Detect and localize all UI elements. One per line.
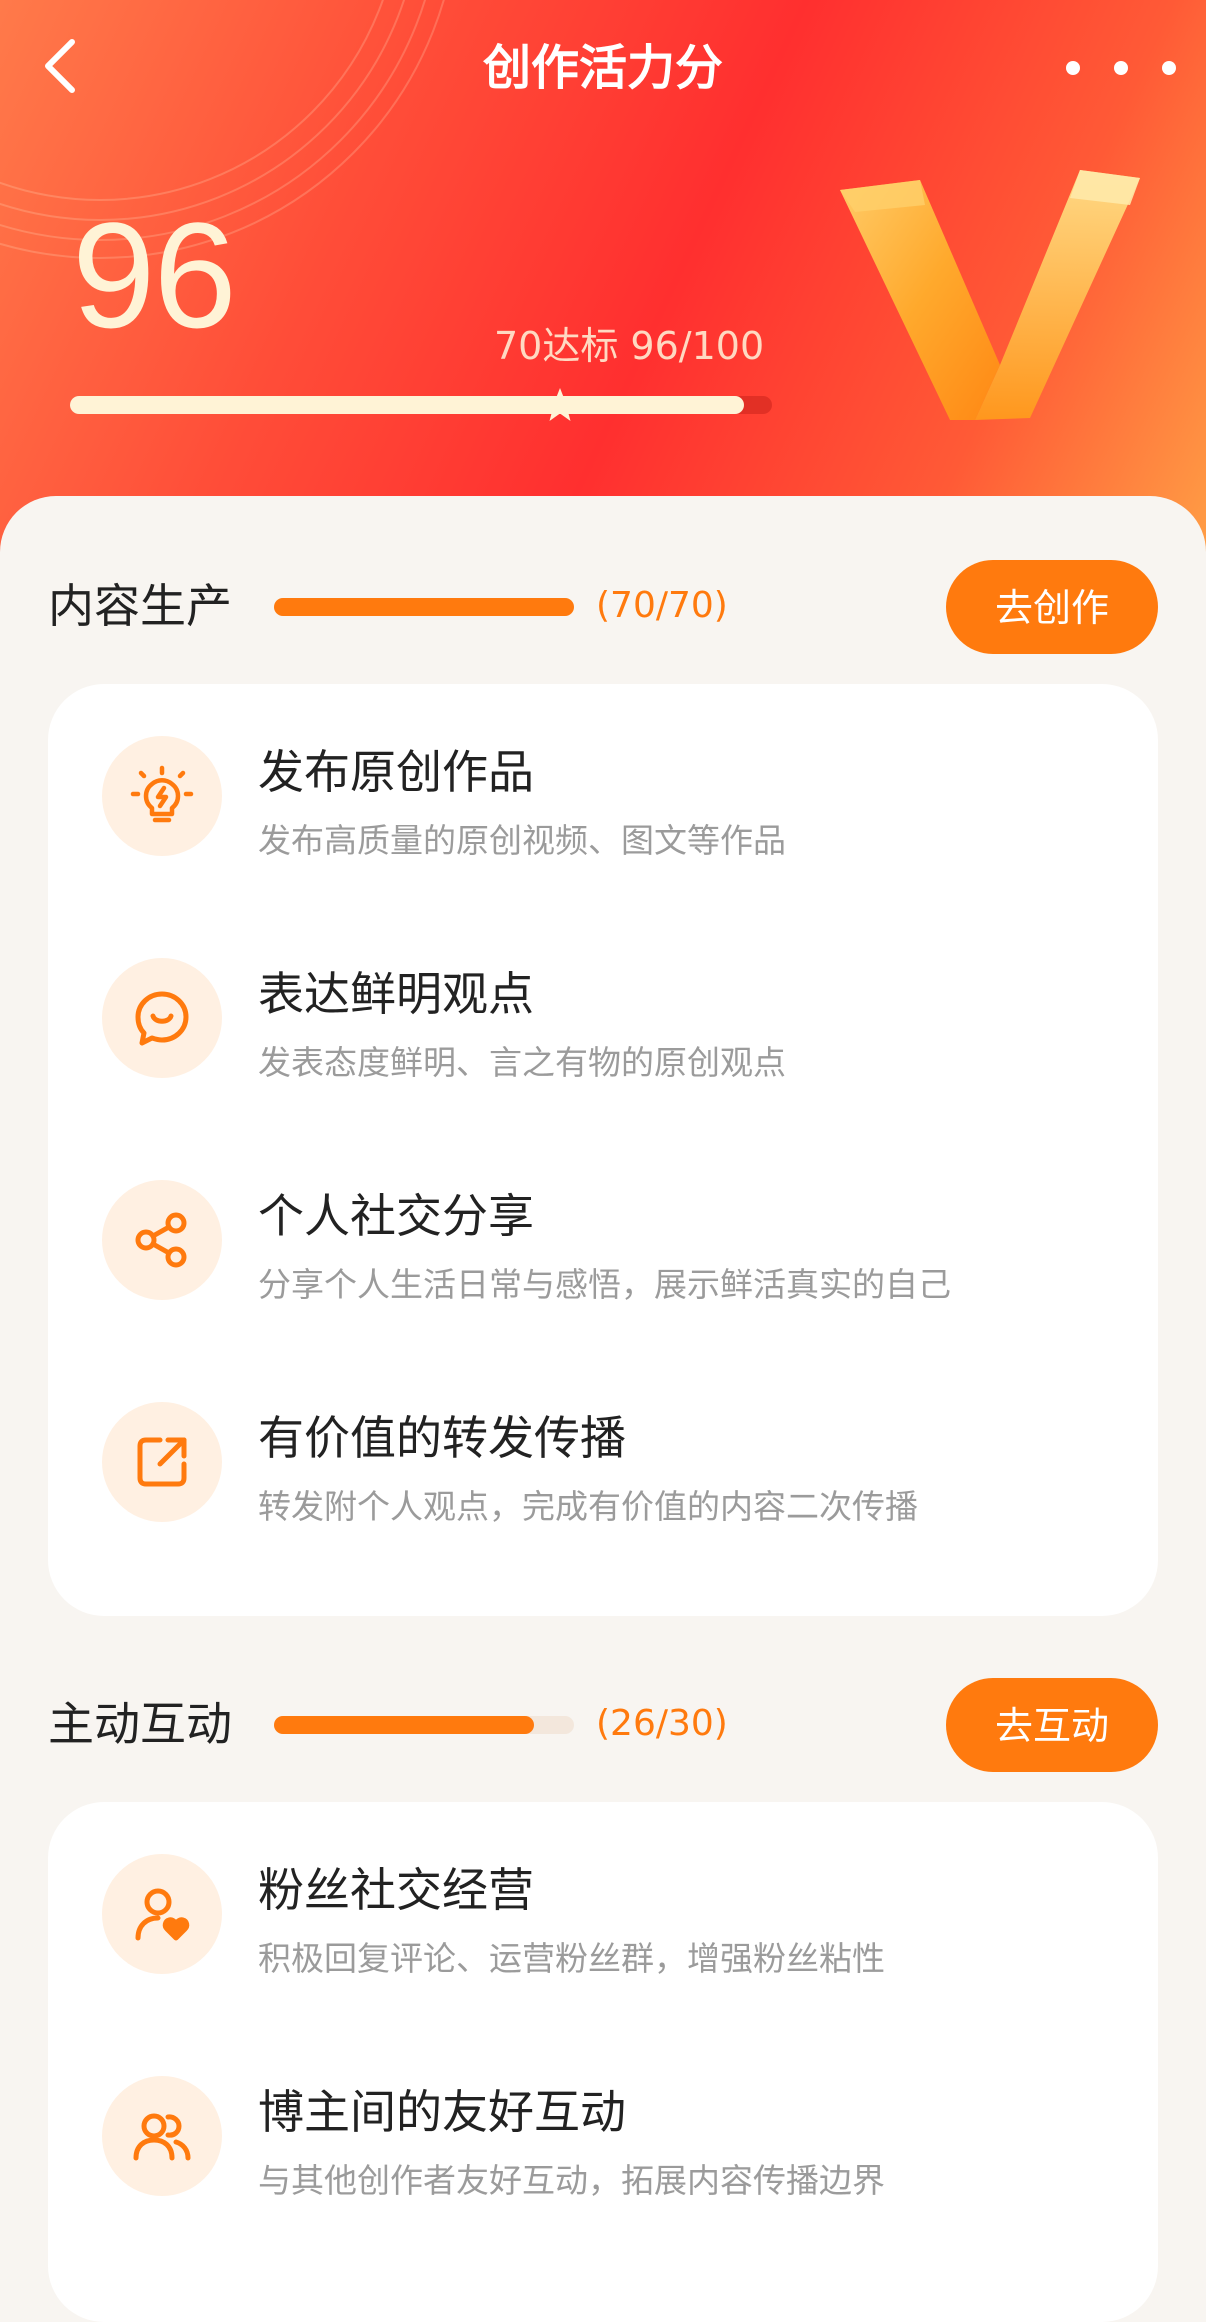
section-title: 内容生产 (48, 579, 232, 633)
section-progress-track (274, 598, 574, 616)
star-icon (541, 386, 579, 424)
list-item[interactable]: 粉丝社交经营 积极回复评论、运营粉丝群，增强粉丝粘性 (48, 1802, 1158, 2024)
item-desc: 发表态度鲜明、言之有物的原创观点 (258, 1043, 786, 1082)
list-item[interactable]: 发布原创作品 发布高质量的原创视频、图文等作品 (48, 684, 1158, 906)
score-target-text: 70达标 96/100 (494, 324, 765, 368)
item-desc: 分享个人生活日常与感悟，展示鲜活真实的自己 (258, 1265, 951, 1304)
user-heart-icon (102, 1854, 222, 1974)
chat-bubble-icon (102, 958, 222, 1078)
item-desc: 发布高质量的原创视频、图文等作品 (258, 821, 786, 860)
content-panel: 内容生产 (70/70) 去创作 发布原创作品 发布高质量的原创视频、图文等作品… (0, 496, 1206, 2322)
page-title: 创作活力分 (482, 40, 723, 96)
content-production-card: 发布原创作品 发布高质量的原创视频、图文等作品 表达鲜明观点 发表态度鲜明、言之… (48, 684, 1158, 1616)
forward-icon (102, 1402, 222, 1522)
item-desc: 转发附个人观点，完成有价值的内容二次传播 (258, 1487, 918, 1526)
section-progress-fill (274, 1716, 534, 1734)
section-header-content-production: 内容生产 (70/70) 去创作 (48, 560, 1158, 656)
section-header-active-interaction: 主动互动 (26/30) 去互动 (48, 1678, 1158, 1774)
score-progress-fill (70, 396, 744, 414)
item-desc: 积极回复评论、运营粉丝群，增强粉丝粘性 (258, 1939, 885, 1978)
more-dot (1114, 61, 1128, 75)
list-item[interactable]: 个人社交分享 分享个人生活日常与感悟，展示鲜活真实的自己 (48, 1128, 1158, 1350)
go-create-button[interactable]: 去创作 (946, 560, 1158, 654)
item-desc: 与其他创作者友好互动，拓展内容传播边界 (258, 2161, 885, 2200)
section-title: 主动互动 (48, 1697, 232, 1751)
more-dot (1066, 61, 1080, 75)
score-value: 96 (72, 191, 237, 359)
go-interact-button[interactable]: 去互动 (946, 1678, 1158, 1772)
v-badge-icon (840, 170, 1140, 420)
score-progress-track (70, 396, 772, 414)
item-title: 博主间的友好互动 (258, 2085, 626, 2139)
users-icon (102, 2076, 222, 2196)
item-title: 个人社交分享 (258, 1189, 534, 1243)
header-banner: 创作活力分 96 70达标 96/100 (0, 0, 1206, 560)
list-item[interactable]: 表达鲜明观点 发表态度鲜明、言之有物的原创观点 (48, 906, 1158, 1128)
item-title: 发布原创作品 (258, 745, 534, 799)
section-count: (70/70) (596, 585, 728, 626)
list-item[interactable]: 有价值的转发传播 转发附个人观点，完成有价值的内容二次传播 (48, 1350, 1158, 1572)
item-title: 粉丝社交经营 (258, 1863, 534, 1917)
item-title: 表达鲜明观点 (258, 967, 534, 1021)
lightbulb-icon (102, 736, 222, 856)
section-progress-track (274, 1716, 574, 1734)
nav-bar: 创作活力分 (0, 0, 1206, 140)
section-count: (26/30) (596, 1703, 728, 1744)
section-progress-fill (274, 598, 574, 616)
share-icon (102, 1180, 222, 1300)
item-title: 有价值的转发传播 (258, 1411, 626, 1465)
list-item[interactable]: 博主间的友好互动 与其他创作者友好互动，拓展内容传播边界 (48, 2024, 1158, 2246)
more-button[interactable] (1066, 40, 1176, 96)
active-interaction-card: 粉丝社交经营 积极回复评论、运营粉丝群，增强粉丝粘性 博主间的友好互动 与其他创… (48, 1802, 1158, 2322)
more-dot (1162, 61, 1176, 75)
